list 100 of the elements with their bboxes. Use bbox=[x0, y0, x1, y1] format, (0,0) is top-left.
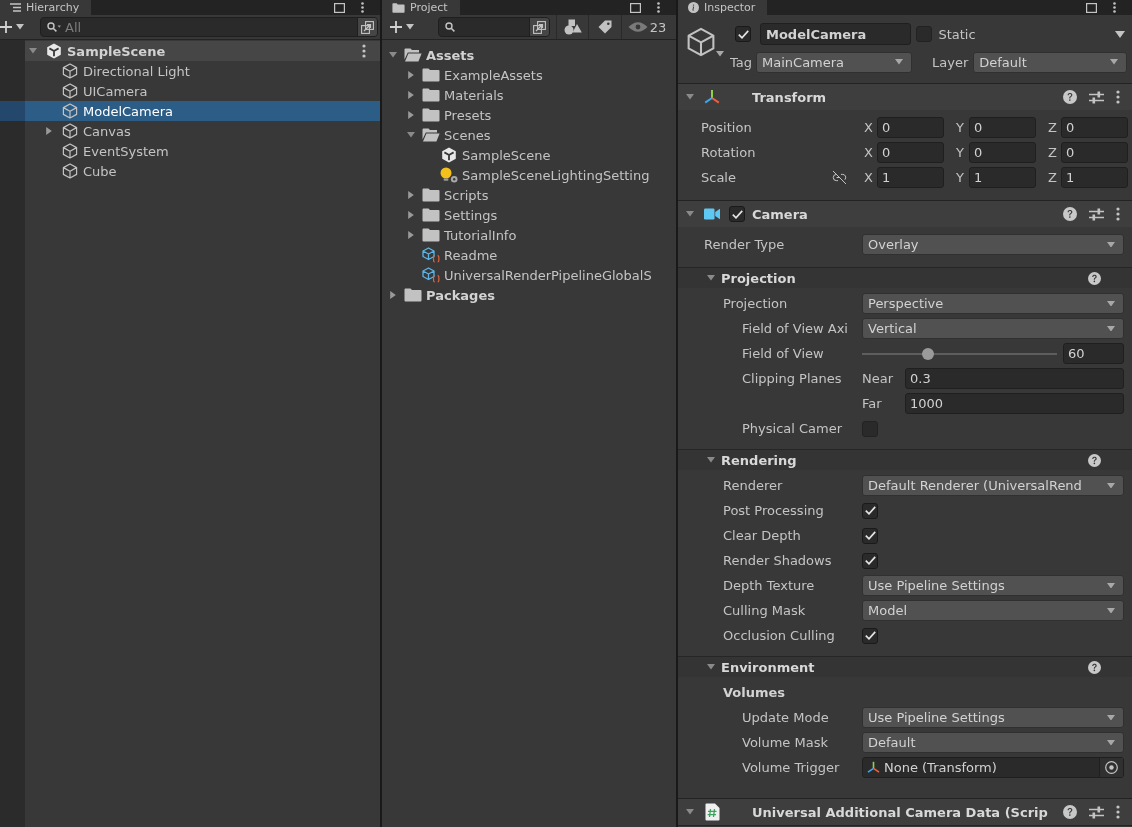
tree-item[interactable]: Readme bbox=[382, 245, 676, 265]
sliders-icon[interactable] bbox=[1089, 90, 1104, 104]
caret-right-icon[interactable] bbox=[408, 211, 414, 219]
hierarchy-item[interactable]: Cube bbox=[0, 161, 380, 181]
caret-down-icon[interactable] bbox=[707, 275, 715, 281]
dropdown[interactable]: Model bbox=[862, 600, 1124, 621]
tree-item[interactable]: SampleScene bbox=[382, 145, 676, 165]
checkbox[interactable] bbox=[735, 26, 751, 42]
tree-item[interactable]: Scripts bbox=[382, 185, 676, 205]
tree-item[interactable]: Packages bbox=[382, 285, 676, 305]
caret-down-icon[interactable] bbox=[707, 457, 715, 463]
number-field[interactable]: 0 bbox=[969, 142, 1036, 163]
caret-down-icon[interactable] bbox=[707, 664, 715, 670]
tree-item[interactable]: SampleSceneLightingSetting bbox=[382, 165, 676, 185]
number-field[interactable]: 0.3 bbox=[905, 368, 1124, 389]
number-field[interactable]: 0 bbox=[877, 117, 944, 138]
panel-tab[interactable]: Project bbox=[382, 0, 460, 15]
tree-item[interactable]: Scenes bbox=[382, 125, 676, 145]
number-field[interactable]: 60 bbox=[1063, 343, 1124, 364]
caret-down-icon[interactable] bbox=[686, 211, 694, 217]
kebab-menu-icon[interactable] bbox=[361, 2, 364, 13]
popout-button[interactable] bbox=[529, 18, 549, 36]
number-field[interactable]: 0 bbox=[1061, 142, 1128, 163]
hidden-packages-button[interactable]: 23 bbox=[622, 16, 672, 38]
checkbox[interactable] bbox=[862, 527, 878, 544]
number-field[interactable]: 1 bbox=[969, 167, 1036, 188]
dropdown[interactable]: Use Pipeline Settings bbox=[862, 707, 1124, 728]
help-icon[interactable] bbox=[1088, 660, 1101, 674]
caret-down-icon[interactable] bbox=[686, 809, 694, 815]
dropdown[interactable]: Perspective bbox=[862, 293, 1124, 314]
slider-thumb[interactable] bbox=[922, 347, 935, 360]
help-icon[interactable] bbox=[1088, 271, 1101, 285]
tree-item[interactable]: UniversalRenderPipelineGlobalS bbox=[382, 265, 676, 285]
kebab-menu-icon[interactable] bbox=[362, 44, 366, 58]
tree-item[interactable]: ExampleAssets bbox=[382, 65, 676, 85]
hierarchy-item[interactable]: EventSystem bbox=[0, 141, 380, 161]
sliders-icon[interactable] bbox=[1089, 805, 1104, 819]
tree-item[interactable]: Assets bbox=[382, 45, 676, 65]
dropdown[interactable]: Vertical bbox=[862, 318, 1124, 339]
caret-right-icon[interactable] bbox=[408, 91, 414, 99]
slider-track[interactable] bbox=[862, 347, 1057, 360]
maximize-icon[interactable] bbox=[1086, 2, 1097, 13]
kebab-menu-icon[interactable] bbox=[1116, 90, 1120, 104]
checkbox[interactable] bbox=[729, 206, 745, 222]
dropdown[interactable]: MainCamera bbox=[756, 51, 912, 73]
number-field[interactable]: 1 bbox=[877, 167, 944, 188]
kebab-menu-icon[interactable] bbox=[1113, 2, 1116, 13]
object-field[interactable]: None (Transform) bbox=[862, 757, 1124, 778]
hierarchy-item[interactable]: UICamera bbox=[0, 81, 380, 101]
maximize-icon[interactable] bbox=[334, 2, 345, 13]
help-icon[interactable] bbox=[1063, 207, 1077, 221]
caret-right-icon[interactable] bbox=[408, 71, 414, 79]
help-icon[interactable] bbox=[1088, 453, 1101, 467]
hierarchy-item[interactable]: Directional Light bbox=[0, 61, 380, 81]
kebab-menu-icon[interactable] bbox=[1116, 207, 1120, 221]
help-icon[interactable] bbox=[1063, 90, 1077, 104]
caret-right-icon[interactable] bbox=[408, 191, 414, 199]
number-field[interactable]: 0 bbox=[1061, 117, 1128, 138]
broken-link-icon[interactable] bbox=[832, 170, 847, 185]
caret-down-icon[interactable] bbox=[389, 52, 397, 58]
kebab-menu-icon[interactable] bbox=[1116, 805, 1120, 819]
search-field[interactable] bbox=[438, 17, 550, 37]
caret-right-icon[interactable] bbox=[46, 127, 52, 135]
tree-item[interactable]: Materials bbox=[382, 85, 676, 105]
number-field[interactable]: 0 bbox=[969, 117, 1036, 138]
hierarchy-item[interactable]: ModelCamera bbox=[0, 101, 380, 121]
object-picker-button[interactable] bbox=[1099, 758, 1123, 777]
caret-down-icon[interactable] bbox=[29, 48, 37, 54]
caret-right-icon[interactable] bbox=[408, 231, 414, 239]
caret-right-icon[interactable] bbox=[408, 111, 414, 119]
checkbox[interactable] bbox=[862, 502, 878, 519]
tree-item[interactable]: TutorialInfo bbox=[382, 225, 676, 245]
dropdown[interactable]: Use Pipeline Settings bbox=[862, 575, 1124, 596]
kebab-menu-icon[interactable] bbox=[657, 2, 660, 13]
check-icon bbox=[864, 631, 876, 640]
panel-tab[interactable]: Hierarchy bbox=[0, 0, 92, 15]
caret-down-icon[interactable] bbox=[686, 94, 694, 100]
dropdown[interactable]: Default bbox=[973, 51, 1127, 73]
dropdown[interactable]: Default bbox=[862, 732, 1124, 753]
popout-button[interactable] bbox=[357, 18, 377, 36]
search-field[interactable]: All bbox=[40, 17, 378, 37]
component-title: Universal Additional Camera Data (Scrip bbox=[752, 804, 1048, 820]
checkbox[interactable] bbox=[862, 552, 878, 569]
number-field[interactable]: 1000 bbox=[905, 393, 1124, 414]
number-field[interactable]: 0 bbox=[877, 142, 944, 163]
checkbox[interactable] bbox=[862, 627, 878, 644]
hierarchy-item[interactable]: Canvas bbox=[0, 121, 380, 141]
caret-down-icon[interactable] bbox=[407, 132, 415, 138]
dropdown[interactable]: Overlay bbox=[862, 234, 1124, 255]
help-icon[interactable] bbox=[1063, 805, 1077, 819]
caret-down-icon[interactable] bbox=[1115, 30, 1125, 38]
sliders-icon[interactable] bbox=[1089, 207, 1104, 221]
number-field[interactable]: 1 bbox=[1061, 167, 1128, 188]
tree-item[interactable]: Presets bbox=[382, 105, 676, 125]
maximize-icon[interactable] bbox=[630, 2, 641, 13]
name-field[interactable]: ModelCamera bbox=[760, 23, 912, 45]
tree-item[interactable]: Settings bbox=[382, 205, 676, 225]
panel-tab[interactable]: Inspector bbox=[678, 0, 768, 15]
caret-right-icon[interactable] bbox=[390, 291, 396, 299]
dropdown[interactable]: Default Renderer (UniversalRend bbox=[862, 475, 1124, 496]
